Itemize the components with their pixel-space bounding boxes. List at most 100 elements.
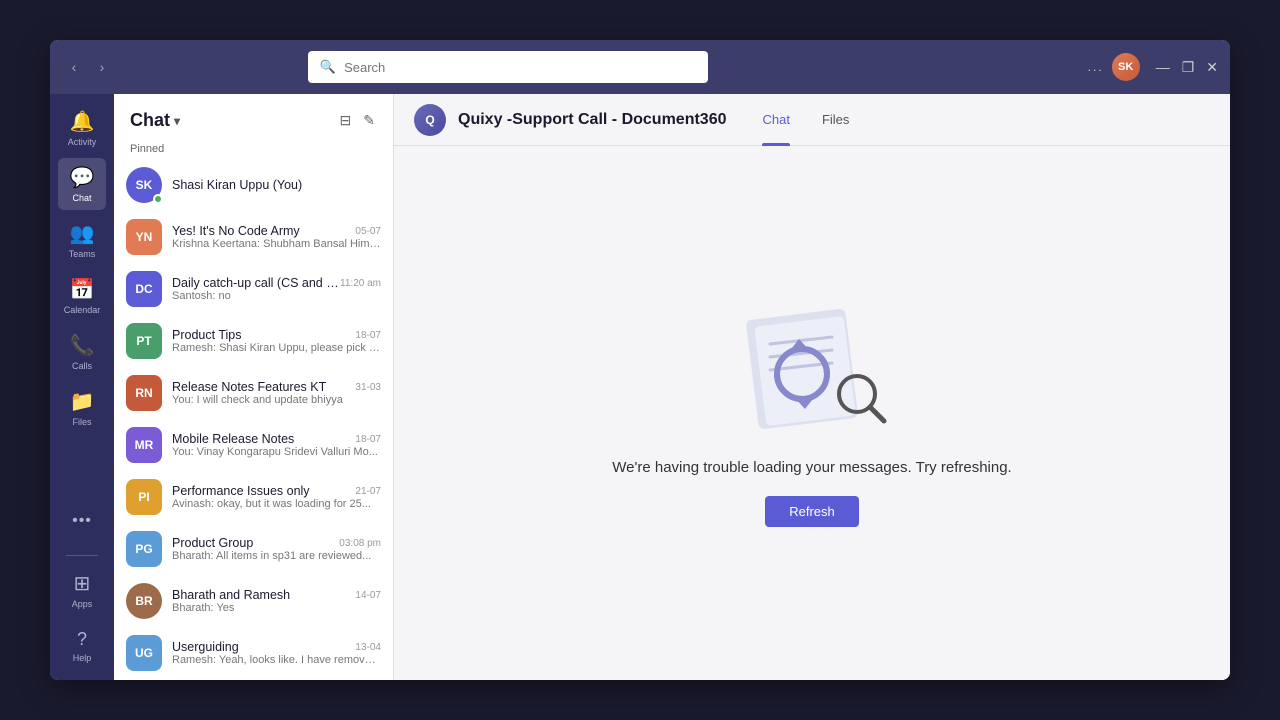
list-item[interactable]: PT Product Tips 18-07 Ramesh: Shasi Kira… xyxy=(114,315,393,367)
chat-avatar: DC xyxy=(126,271,162,307)
chat-list-panel: Chat ▾ ⊟ ✎ Pinned SK Shasi Kiran Uppu (Y… xyxy=(114,94,394,680)
chat-name-row: Yes! It's No Code Army 05-07 xyxy=(172,224,381,238)
chat-avatar: RN xyxy=(126,375,162,411)
sidebar-label-activity: Activity xyxy=(68,137,97,147)
chat-time: 14-07 xyxy=(355,590,381,601)
chat-avatar: UG xyxy=(126,635,162,671)
sidebar-item-more[interactable]: ••• xyxy=(58,495,106,547)
titlebar: ‹ › 🔍 ... SK — ❐ ✕ xyxy=(50,40,1230,94)
chat-avatar: BR xyxy=(126,583,162,619)
chat-avatar: MR xyxy=(126,427,162,463)
chat-info: Product Group 03:08 pm Bharath: All item… xyxy=(172,536,381,562)
chat-items: SK Shasi Kiran Uppu (You) YN Yes! It's N… xyxy=(114,159,393,680)
chat-panel-title[interactable]: Chat ▾ xyxy=(130,110,180,131)
tab-chat[interactable]: Chat xyxy=(746,94,805,146)
sidebar-item-apps[interactable]: ⊞ Apps xyxy=(58,564,106,616)
list-item[interactable]: SK Shasi Kiran Uppu (You) xyxy=(114,159,393,211)
help-icon: ? xyxy=(77,629,87,650)
sidebar-item-chat[interactable]: 💬 Chat xyxy=(58,158,106,210)
maximize-button[interactable]: ❐ xyxy=(1182,59,1195,76)
chat-avatar: PI xyxy=(126,479,162,515)
files-icon: 📁 xyxy=(70,389,95,414)
pinned-label: Pinned xyxy=(114,139,393,159)
chat-preview: Santosh: no xyxy=(172,290,381,302)
chat-name-row: Product Group 03:08 pm xyxy=(172,536,381,550)
chat-list-header: Chat ▾ ⊟ ✎ xyxy=(114,94,393,139)
list-item[interactable]: RN Release Notes Features KT 31-03 You: … xyxy=(114,367,393,419)
channel-tabs: Chat Files xyxy=(746,94,865,146)
apps-icon: ⊞ xyxy=(74,571,91,596)
chat-preview: Bharath: All items in sp31 are reviewed.… xyxy=(172,550,381,562)
chat-info: Release Notes Features KT 31-03 You: I w… xyxy=(172,380,381,406)
chat-name: Yes! It's No Code Army xyxy=(172,224,300,238)
sidebar-item-calls[interactable]: 📞 Calls xyxy=(58,326,106,378)
sidebar-label-apps: Apps xyxy=(72,599,93,609)
chat-name: Product Tips xyxy=(172,328,241,342)
sidebar-item-activity[interactable]: 🔔 Activity xyxy=(58,102,106,154)
list-item[interactable]: MR Mobile Release Notes 18-07 You: Vinay… xyxy=(114,419,393,471)
window-controls: — ❐ ✕ xyxy=(1156,59,1218,76)
list-item[interactable]: PG Product Group 03:08 pm Bharath: All i… xyxy=(114,523,393,575)
close-button[interactable]: ✕ xyxy=(1206,59,1218,76)
refresh-button[interactable]: Refresh xyxy=(765,496,859,527)
chat-avatar: SK xyxy=(126,167,162,203)
chat-info: Daily catch-up call (CS and P... 11:20 a… xyxy=(172,276,381,302)
chat-name-row: Mobile Release Notes 18-07 xyxy=(172,432,381,446)
chat-info: Performance Issues only 21-07 Avinash: o… xyxy=(172,484,381,510)
chat-avatar: PG xyxy=(126,531,162,567)
list-item[interactable]: UG Userguiding 13-04 Ramesh: Yeah, looks… xyxy=(114,627,393,679)
chat-name: Mobile Release Notes xyxy=(172,432,294,446)
chat-time: 21-07 xyxy=(355,486,381,497)
chat-name: Daily catch-up call (CS and P... xyxy=(172,276,340,290)
sidebar-item-teams[interactable]: 👥 Teams xyxy=(58,214,106,266)
search-bar[interactable]: 🔍 xyxy=(308,51,708,83)
filter-button[interactable]: ⊟ xyxy=(338,110,354,131)
chat-avatar: PT xyxy=(126,323,162,359)
chat-time: 03:08 pm xyxy=(339,538,381,549)
chat-info: Yes! It's No Code Army 05-07 Krishna Kee… xyxy=(172,224,381,250)
chat-preview: You: Vinay Kongarapu Sridevi Valluri Mo.… xyxy=(172,446,381,458)
chat-preview: Bharath: Yes xyxy=(172,602,381,614)
calls-icon: 📞 xyxy=(70,333,95,358)
back-button[interactable]: ‹ xyxy=(62,55,86,79)
chat-preview: Ramesh: Yeah, looks like. I have removed… xyxy=(172,654,381,666)
sidebar-item-help[interactable]: ? Help xyxy=(58,620,106,672)
chat-name: Product Group xyxy=(172,536,253,550)
sidebar-label-calls: Calls xyxy=(72,361,92,371)
chat-name-row: Shasi Kiran Uppu (You) xyxy=(172,178,381,192)
sidebar-item-calendar[interactable]: 📅 Calendar xyxy=(58,270,106,322)
compose-button[interactable]: ✎ xyxy=(361,110,377,131)
forward-button[interactable]: › xyxy=(90,55,114,79)
search-input[interactable] xyxy=(344,60,696,75)
chat-name: Bharath and Ramesh xyxy=(172,588,290,602)
chat-name-row: Release Notes Features KT 31-03 xyxy=(172,380,381,394)
chat-time: 31-03 xyxy=(355,382,381,393)
list-item[interactable]: BR Bharath and Ramesh 14-07 Bharath: Yes xyxy=(114,575,393,627)
list-item[interactable]: DC Daily catch-up call (CS and P... 11:2… xyxy=(114,263,393,315)
minimize-button[interactable]: — xyxy=(1156,59,1170,76)
chat-name: Shasi Kiran Uppu (You) xyxy=(172,178,302,192)
chat-time: 13-04 xyxy=(355,642,381,653)
error-message: We're having trouble loading your messag… xyxy=(612,459,1011,476)
list-item[interactable]: G2 G2 Review In Platform Feature 06-05 R… xyxy=(114,679,393,680)
chat-name: Performance Issues only xyxy=(172,484,310,498)
chat-avatar: YN xyxy=(126,219,162,255)
chat-header-actions: ⊟ ✎ xyxy=(338,110,377,131)
main-content: Q Quixy -Support Call - Document360 Chat… xyxy=(394,94,1230,680)
chat-preview: Ramesh: Shasi Kiran Uppu, please pick fe… xyxy=(172,342,381,354)
tab-files[interactable]: Files xyxy=(806,94,865,146)
sidebar-label-teams: Teams xyxy=(69,249,96,259)
sidebar-label-calendar: Calendar xyxy=(64,305,101,315)
error-illustration: We're having trouble loading your messag… xyxy=(612,299,1011,527)
list-item[interactable]: YN Yes! It's No Code Army 05-07 Krishna … xyxy=(114,211,393,263)
chat-time: 18-07 xyxy=(355,434,381,445)
main-header: Q Quixy -Support Call - Document360 Chat… xyxy=(394,94,1230,146)
list-item[interactable]: PI Performance Issues only 21-07 Avinash… xyxy=(114,471,393,523)
chat-icon: 💬 xyxy=(70,165,95,190)
user-avatar[interactable]: SK xyxy=(1112,53,1140,81)
chat-preview: Avinash: okay, but it was loading for 25… xyxy=(172,498,381,510)
sidebar-item-files[interactable]: 📁 Files xyxy=(58,382,106,434)
chat-info: Product Tips 18-07 Ramesh: Shasi Kiran U… xyxy=(172,328,381,354)
sidebar: 🔔 Activity 💬 Chat 👥 Teams 📅 Calendar 📞 C… xyxy=(50,94,114,680)
channel-title: Quixy -Support Call - Document360 xyxy=(458,111,726,129)
